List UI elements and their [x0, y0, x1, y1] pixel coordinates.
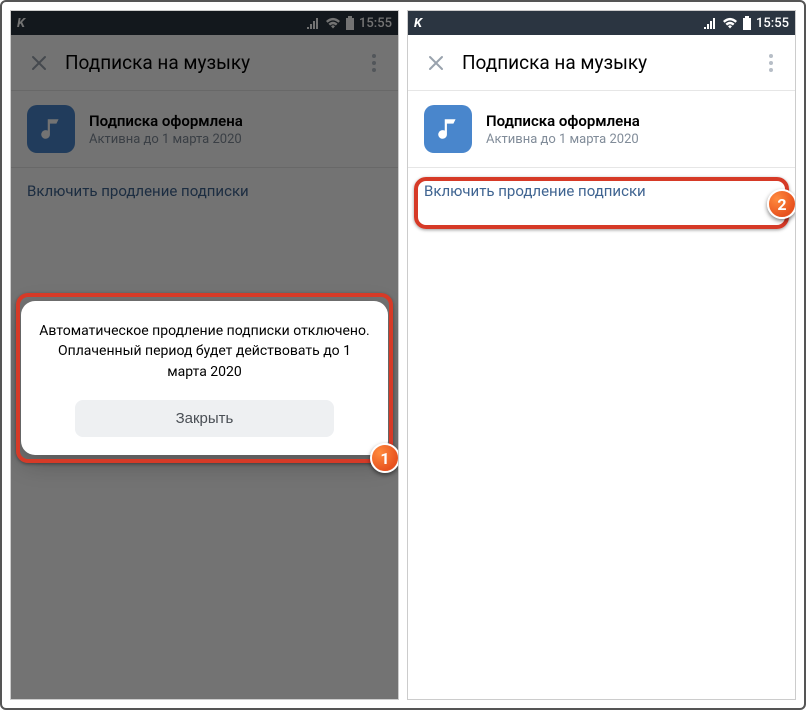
signal-icon — [704, 17, 718, 29]
battery-icon — [742, 16, 752, 30]
carrier-logo: K — [414, 16, 421, 31]
subscription-title: Подписка оформлена — [486, 112, 640, 130]
subscription-card: Подписка оформлена Активна до 1 марта 20… — [408, 91, 795, 167]
app-bar: Подписка на музыку — [408, 35, 795, 91]
appbar-title: Подписка на музыку — [456, 51, 755, 74]
status-bar: K 15:55 — [408, 11, 795, 35]
annotation-badge-1: 1 — [370, 443, 399, 473]
phone-screenshot-right: K 15:55 Подписка на музыку — [407, 10, 796, 700]
phone-screenshot-left: K 15:55 Подписка на музыку — [10, 10, 399, 700]
dialog-message: Автоматическое продление подписки отключ… — [39, 321, 370, 382]
music-note-icon — [424, 105, 472, 153]
wifi-icon — [722, 17, 738, 29]
annotation-badge-2: 2 — [767, 189, 796, 219]
status-time: 15:55 — [756, 16, 789, 31]
more-vertical-icon — [769, 54, 773, 72]
more-button[interactable] — [755, 43, 787, 83]
subscription-subtitle: Активна до 1 марта 2020 — [486, 132, 640, 147]
auto-renewal-dialog: Автоматическое продление подписки отключ… — [21, 301, 388, 455]
close-button[interactable] — [416, 43, 456, 83]
enable-renewal-link[interactable]: Включить продление подписки — [408, 168, 795, 214]
dialog-close-button[interactable]: Закрыть — [75, 400, 333, 437]
